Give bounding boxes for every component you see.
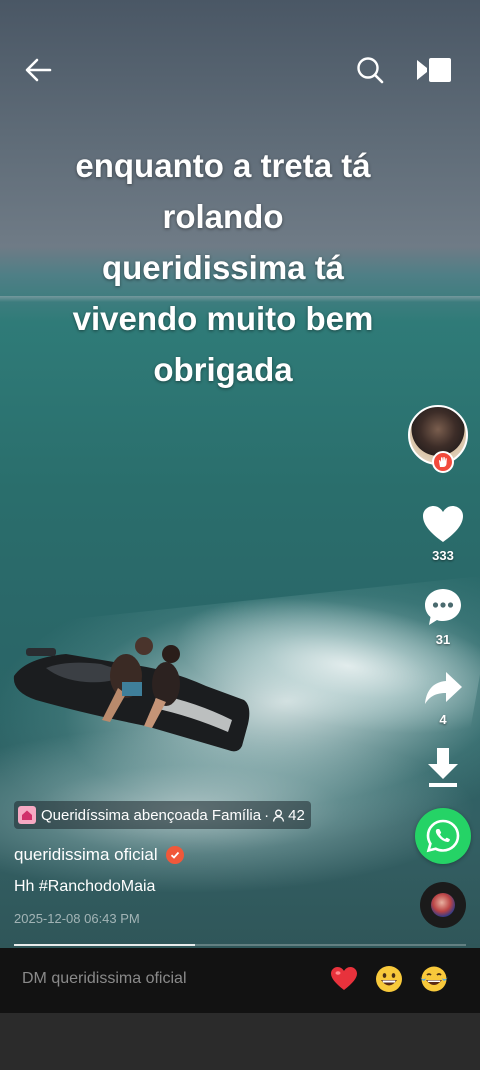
community-member-count: 42 [288, 806, 305, 824]
hand-icon [439, 456, 447, 467]
community-name: Queridíssima abençoada Família [41, 806, 262, 824]
home-icon [18, 806, 36, 824]
video-progress-fill [14, 944, 195, 946]
username-row[interactable]: queridissima oficial [14, 845, 184, 865]
search-icon [357, 57, 384, 84]
caption-line: rolando [162, 198, 284, 235]
separator: · [264, 806, 270, 824]
verified-icon [165, 846, 184, 864]
username[interactable]: queridissima oficial [14, 845, 158, 865]
post-description[interactable]: Hh #RanchodoMaia [14, 878, 155, 896]
comment-count: 31 [435, 632, 451, 647]
arrow-left-icon [25, 58, 52, 82]
share-button[interactable]: 4 [418, 668, 468, 727]
post-date: 2025-12-08 06:43 PM [14, 911, 140, 926]
caption-line: obrigada [153, 351, 293, 388]
caption-line: queridissima tá [101, 249, 345, 286]
music-cover [431, 893, 455, 917]
caption-line: enquanto a treta tá [75, 147, 371, 184]
community-chip[interactable]: Queridíssima abençoada Família · 42 [14, 801, 311, 829]
whatsapp-share-button[interactable] [415, 808, 471, 864]
heart-emoji-button[interactable] [329, 964, 359, 994]
share-count: 4 [439, 712, 447, 727]
grinning-emoji [376, 966, 402, 992]
follow-badge[interactable] [432, 451, 454, 473]
share-arrow-icon [425, 672, 462, 704]
search-button[interactable] [348, 48, 392, 92]
video-mode-button[interactable] [412, 48, 456, 92]
back-button[interactable] [16, 48, 60, 92]
download-button[interactable] [418, 746, 468, 790]
like-button[interactable]: 333 [418, 504, 468, 563]
system-navigation-bar [0, 1013, 480, 1070]
dm-input[interactable]: DM queridissima oficial [22, 970, 187, 988]
comment-button[interactable]: 31 [418, 586, 468, 647]
music-disc[interactable] [420, 882, 466, 928]
caption-line: vivendo muito bem [72, 300, 374, 337]
heart-icon [423, 506, 463, 542]
dm-bar: DM queridissima oficial [0, 948, 480, 1013]
person-icon [272, 809, 285, 822]
download-icon [428, 748, 458, 787]
heart-emoji [331, 967, 357, 990]
video-caption: enquanto a treta tá rolando queridissima… [40, 140, 406, 395]
joy-emoji [420, 966, 448, 992]
video-post-screen: enquanto a treta tá rolando queridissima… [0, 0, 480, 1070]
jet-ski-image [13, 637, 250, 752]
joy-emoji-button[interactable] [419, 964, 449, 994]
whatsapp-icon [426, 819, 460, 853]
comment-icon [425, 589, 461, 625]
video-mode-icon [417, 58, 451, 82]
like-count: 333 [432, 548, 454, 563]
grinning-emoji-button[interactable] [374, 964, 404, 994]
video-progress-bar[interactable] [14, 944, 466, 946]
